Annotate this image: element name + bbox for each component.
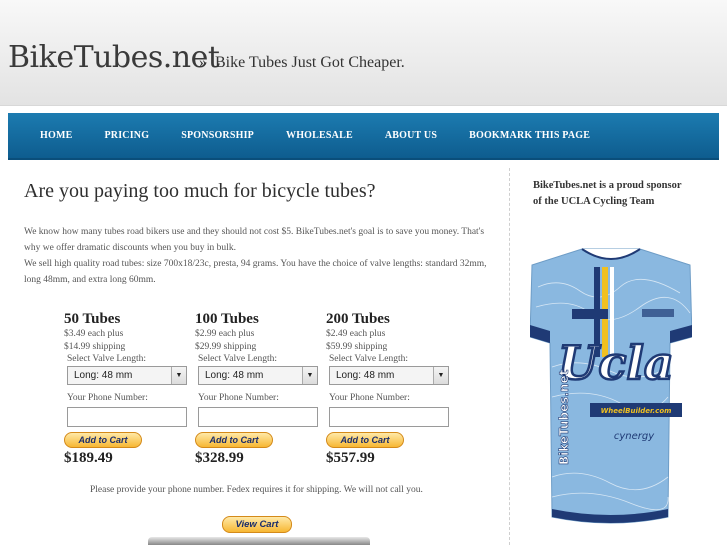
main-nav: HOME PRICING SPONSORSHIP WHOLESALE ABOUT… [8,113,719,160]
site-header: BikeTubes.net » Bike Tubes Just Got Cheap… [0,0,727,106]
product-total-price: $557.99 [326,450,375,466]
tagline-text: Bike Tubes Just Got Cheaper. [215,54,405,71]
phone-number-label: Your Phone Number: [329,393,410,403]
valve-length-select[interactable]: Long: 48 mm ▼ [67,366,187,385]
jersey-side-text: BikeTubes.net [557,369,571,465]
valve-length-label: Select Valve Length: [198,354,277,364]
site-tagline: » Bike Tubes Just Got Cheaper. [199,54,405,72]
wheelbuilder-text: WheelBuilder.com [601,407,672,415]
valve-length-value: Long: 48 mm [205,370,264,381]
nav-item-sponsorship[interactable]: SPONSORSHIP [181,130,254,141]
product-50-tubes: 50 Tubes $3.49 each plus $14.99 shipping… [64,311,194,467]
valve-length-select[interactable]: Long: 48 mm ▼ [329,366,449,385]
valve-length-value: Long: 48 mm [74,370,133,381]
sponsor-text: BikeTubes.net is a proud sponsor of the … [533,180,682,207]
add-to-cart-button[interactable]: Add to Cart [326,432,404,448]
nav-item-wholesale[interactable]: WHOLESALE [286,130,353,141]
product-each-price: $3.49 each plus [64,329,124,339]
valve-length-label: Select Valve Length: [67,354,146,364]
intro-text: We know how many tubes road bikers use a… [24,224,502,288]
valve-length-label: Select Valve Length: [329,354,408,364]
chest-sponsor-left [572,309,608,319]
phone-number-input[interactable] [67,407,187,427]
tagline-prefix: » [199,54,207,71]
nav-item-home[interactable]: HOME [40,130,72,141]
phone-number-label: Your Phone Number: [198,393,279,403]
ucla-jersey-image[interactable]: Ucla BikeTubes.net WheelBuilder.com cyne… [530,247,692,529]
product-title: 200 Tubes [326,311,390,327]
product-total-price: $189.49 [64,450,113,466]
valve-length-select[interactable]: Long: 48 mm ▼ [198,366,318,385]
product-shipping: $14.99 shipping [64,342,126,352]
sidebar-divider [509,168,510,545]
page-title: Are you paying too much for bicycle tube… [24,180,376,202]
cynergy-text: cynergy [614,431,655,442]
product-title: 50 Tubes [64,311,121,327]
phone-number-label: Your Phone Number: [67,393,148,403]
shipping-note: Please provide your phone number. Fedex … [90,485,423,495]
chest-sponsor-right [642,309,674,317]
dropdown-arrow-icon[interactable]: ▼ [433,367,448,384]
intro-paragraph-1: We know how many tubes road bikers use a… [24,227,485,253]
product-each-price: $2.49 each plus [326,329,386,339]
site-logo[interactable]: BikeTubes.net [8,40,220,75]
product-100-tubes: 100 Tubes $2.99 each plus $29.99 shippin… [195,311,325,467]
nav-item-about-us[interactable]: ABOUT US [385,130,437,141]
valve-length-value: Long: 48 mm [336,370,395,381]
phone-number-input[interactable] [329,407,449,427]
view-cart-button[interactable]: View Cart [222,516,292,533]
product-shipping: $29.99 shipping [195,342,257,352]
dropdown-arrow-icon[interactable]: ▼ [171,367,186,384]
add-to-cart-button[interactable]: Add to Cart [64,432,142,448]
product-title: 100 Tubes [195,311,259,327]
product-shipping: $59.99 shipping [326,342,388,352]
bottom-image [148,537,370,545]
intro-paragraph-2: We sell high quality road tubes: size 70… [24,259,487,285]
nav-item-pricing[interactable]: PRICING [104,130,149,141]
phone-number-input[interactable] [198,407,318,427]
product-total-price: $328.99 [195,450,244,466]
dropdown-arrow-icon[interactable]: ▼ [302,367,317,384]
product-each-price: $2.99 each plus [195,329,255,339]
main-content: Are you paying too much for bicycle tube… [8,168,508,545]
add-to-cart-button[interactable]: Add to Cart [195,432,273,448]
nav-item-bookmark[interactable]: BOOKMARK THIS PAGE [469,130,590,141]
jersey-ucla-text: Ucla [558,336,673,390]
product-200-tubes: 200 Tubes $2.49 each plus $59.99 shippin… [326,311,456,467]
